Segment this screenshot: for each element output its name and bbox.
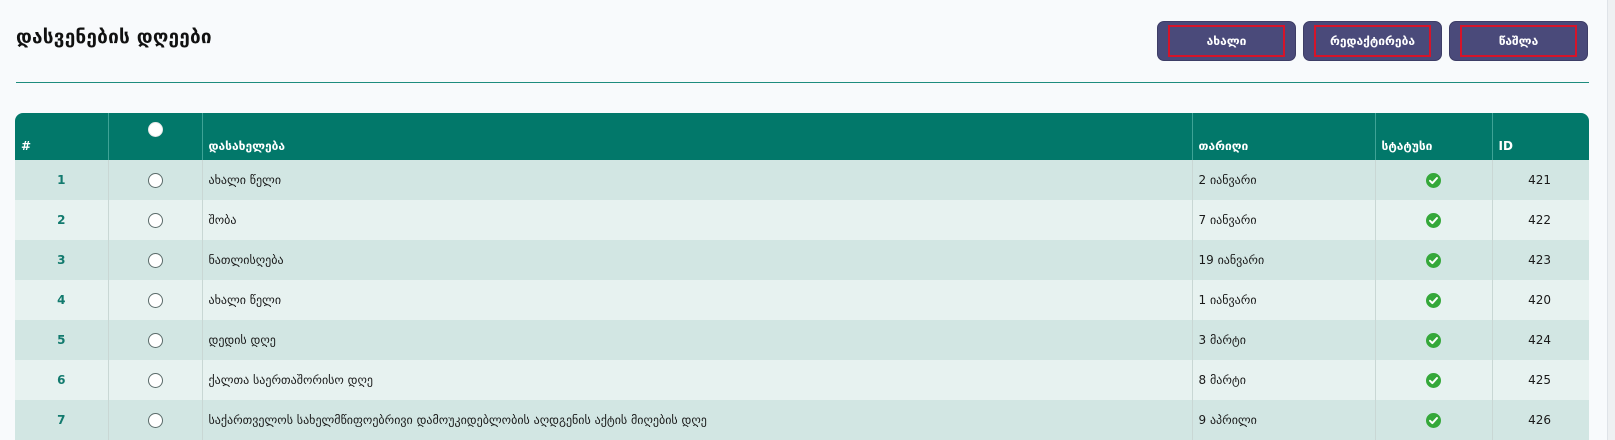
row-status (1375, 400, 1493, 440)
radio-icon[interactable] (147, 332, 163, 348)
column-header-name[interactable]: დასახელება (202, 113, 1193, 160)
new-button[interactable]: ახალი (1157, 21, 1296, 61)
row-select[interactable] (108, 240, 203, 280)
check-circle-icon (1426, 412, 1441, 428)
new-button-label: ახალი (1206, 34, 1247, 48)
row-status (1375, 240, 1493, 280)
radio-icon[interactable] (147, 172, 163, 188)
check-circle-icon (1426, 332, 1441, 348)
row-id: 422 (1492, 200, 1589, 240)
edit-button[interactable]: რედაქტირება (1303, 21, 1442, 61)
column-header-date[interactable]: თარიღი (1192, 113, 1376, 160)
check-circle-icon (1426, 212, 1441, 228)
row-name: საქართველოს სახელმწიფოებრივი დამოუკიდებლ… (202, 400, 1193, 440)
row-status (1375, 280, 1493, 320)
column-header-status[interactable]: სტატუსი (1375, 113, 1493, 160)
column-header-id[interactable]: ID (1492, 113, 1589, 160)
row-id: 421 (1492, 160, 1589, 200)
row-number: 5 (15, 320, 109, 360)
table-row[interactable]: 1 ახალი წელი 2 იანვარი 421 (15, 160, 1589, 200)
row-status (1375, 320, 1493, 360)
row-id: 426 (1492, 400, 1589, 440)
row-select[interactable] (108, 400, 203, 440)
row-number: 7 (15, 400, 109, 440)
row-date: 1 იანვარი (1192, 280, 1376, 320)
check-circle-icon (1426, 292, 1441, 308)
row-name: ახალი წელი (202, 160, 1193, 200)
check-circle-icon (1426, 372, 1441, 388)
header-divider (16, 82, 1589, 83)
check-circle-icon (1426, 172, 1441, 188)
table-body: 1 ახალი წელი 2 იანვარი 421 2 შობა 7 იანვ… (15, 160, 1589, 440)
select-all-radio-icon[interactable] (147, 121, 163, 137)
row-status (1375, 160, 1493, 200)
radio-icon[interactable] (147, 372, 163, 388)
check-circle-icon (1426, 252, 1441, 268)
delete-button-label: წაშლა (1498, 34, 1539, 48)
column-header-num[interactable]: # (15, 113, 109, 160)
row-name: ნათლისღება (202, 240, 1193, 280)
row-id: 423 (1492, 240, 1589, 280)
row-number: 2 (15, 200, 109, 240)
row-name: ახალი წელი (202, 280, 1193, 320)
row-name: დედის დღე (202, 320, 1193, 360)
row-select[interactable] (108, 360, 203, 400)
row-number: 3 (15, 240, 109, 280)
row-date: 9 აპრილი (1192, 400, 1376, 440)
row-status (1375, 200, 1493, 240)
table-row[interactable]: 6 ქალთა საერთაშორისო დღე 8 მარტი 425 (15, 360, 1589, 400)
delete-button[interactable]: წაშლა (1449, 21, 1588, 61)
column-header-select[interactable] (108, 113, 203, 160)
row-number: 1 (15, 160, 109, 200)
page-panel: დასვენების დღეები ახალი რედაქტირება წაშლ… (0, 0, 1608, 440)
row-select[interactable] (108, 200, 203, 240)
row-name: შობა (202, 200, 1193, 240)
row-status (1375, 360, 1493, 400)
radio-icon[interactable] (147, 412, 163, 428)
table-row[interactable]: 3 ნათლისღება 19 იანვარი 423 (15, 240, 1589, 280)
radio-icon[interactable] (147, 292, 163, 308)
row-id: 420 (1492, 280, 1589, 320)
row-id: 424 (1492, 320, 1589, 360)
row-date: 2 იანვარი (1192, 160, 1376, 200)
row-id: 425 (1492, 360, 1589, 400)
row-date: 7 იანვარი (1192, 200, 1376, 240)
edit-button-label: რედაქტირება (1329, 34, 1415, 48)
row-select[interactable] (108, 160, 203, 200)
table-row[interactable]: 4 ახალი წელი 1 იანვარი 420 (15, 280, 1589, 320)
row-date: 8 მარტი (1192, 360, 1376, 400)
row-number: 4 (15, 280, 109, 320)
table-header-row: # დასახელება თარიღი სტატუსი ID (15, 113, 1589, 160)
table-row[interactable]: 7 საქართველოს სახელმწიფოებრივი დამოუკიდე… (15, 400, 1589, 440)
page-title: დასვენების დღეები (16, 26, 212, 48)
row-name: ქალთა საერთაშორისო დღე (202, 360, 1193, 400)
radio-icon[interactable] (147, 212, 163, 228)
table-row[interactable]: 2 შობა 7 იანვარი 422 (15, 200, 1589, 240)
row-date: 19 იანვარი (1192, 240, 1376, 280)
table-row[interactable]: 5 დედის დღე 3 მარტი 424 (15, 320, 1589, 360)
radio-icon[interactable] (147, 252, 163, 268)
row-date: 3 მარტი (1192, 320, 1376, 360)
row-select[interactable] (108, 280, 203, 320)
row-number: 6 (15, 360, 109, 400)
holidays-table: # დასახელება თარიღი სტატუსი ID 1 ახალი წ… (15, 113, 1589, 440)
row-select[interactable] (108, 320, 203, 360)
